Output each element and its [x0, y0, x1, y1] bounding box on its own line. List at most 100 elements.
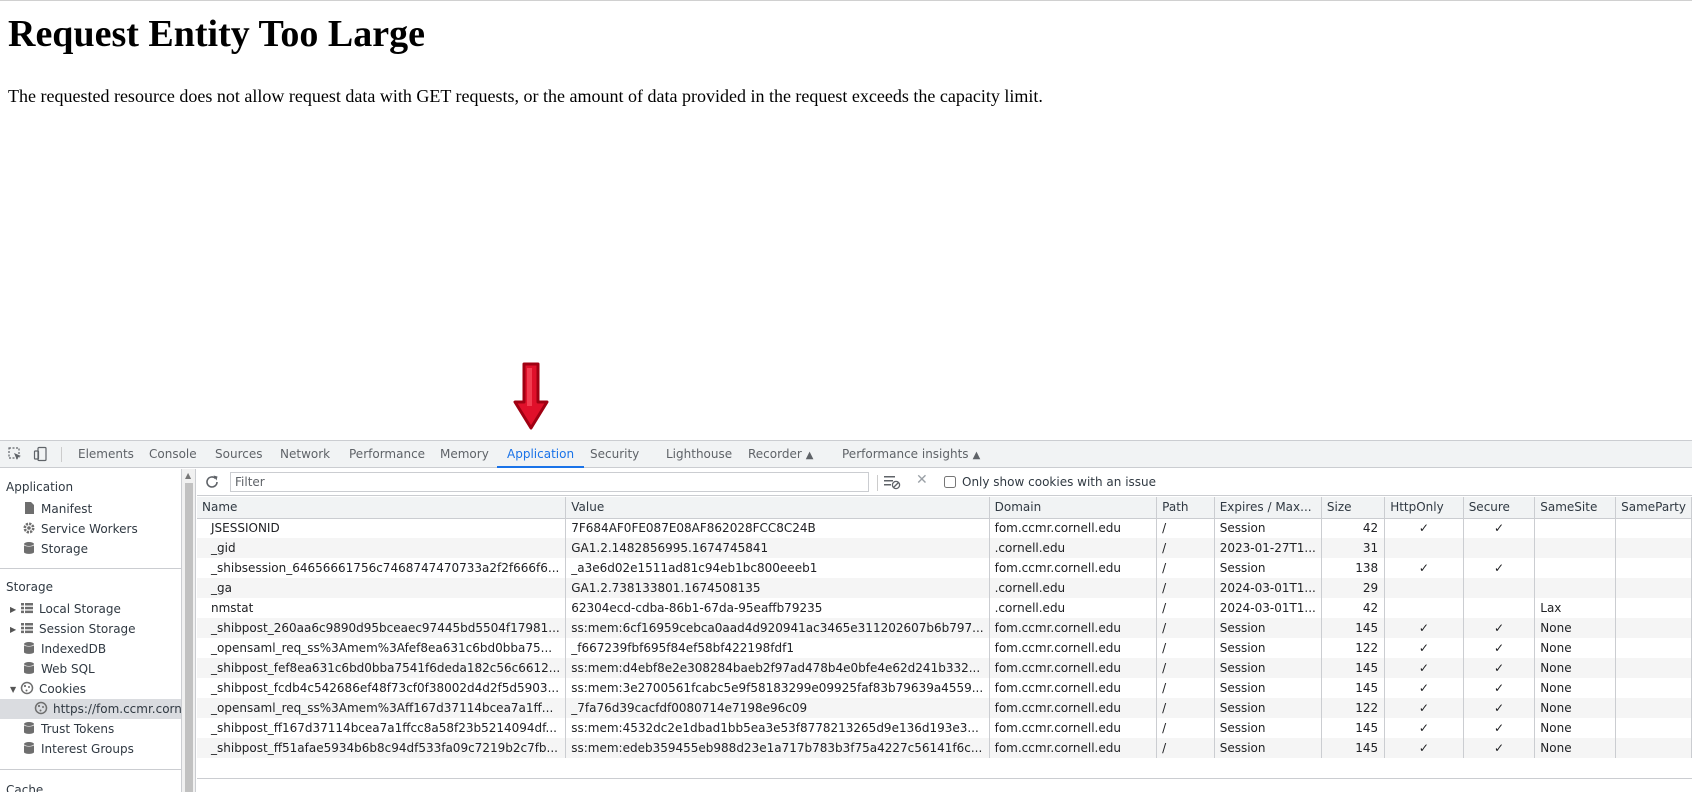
table-row[interactable]: _shibpost_fef8ea631c6bd0bba7541f6deda182…: [197, 658, 1692, 678]
column-header-sameparty[interactable]: SameParty: [1615, 497, 1692, 519]
tab-memory[interactable]: Memory: [440, 441, 489, 468]
cell-value: ss:mem:3e2700561fcabc5e9f58183299e09925f…: [565, 678, 990, 698]
cell-value: 7F684AF0FE087E08AF862028FCC8C24B: [565, 518, 990, 538]
expand-triangle-icon[interactable]: ▶: [10, 600, 20, 620]
toolbar-separator: [877, 475, 878, 491]
device-toolbar-icon[interactable]: [33, 446, 49, 462]
column-header-path[interactable]: Path: [1156, 497, 1215, 519]
cell-value: _f667239fbf695f84ef58bf422198fdf1: [565, 638, 990, 658]
cell-path: /: [1156, 518, 1215, 538]
cell-domain: fom.ccmr.cornell.edu: [989, 558, 1158, 578]
sidebar-item-label: https://fom.ccmr.cornell.edu: [53, 702, 182, 716]
sidebar-item-session-storage[interactable]: ▶ Session Storage: [10, 619, 136, 639]
sidebar-item-manifest[interactable]: Manifest: [22, 499, 92, 519]
cell-samesite: None: [1534, 638, 1617, 658]
expand-triangle-icon[interactable]: ▶: [10, 620, 20, 640]
table-row[interactable]: _shibpost_ff51afae5934b6b8c94df533fa09c7…: [197, 738, 1692, 758]
cell-httponly: ✓: [1384, 518, 1464, 538]
table-row[interactable]: _shibpost_260aa6c9890d95bceaec97445bd550…: [197, 618, 1692, 638]
database-icon: [24, 542, 34, 554]
collapse-triangle-icon[interactable]: ▼: [10, 680, 20, 700]
sidebar-item-web-sql[interactable]: Web SQL: [22, 659, 95, 679]
clear-filtered-cookies-icon[interactable]: [883, 473, 901, 491]
table-row[interactable]: nmstat 62304ecd-cdba-86b1-67da-95eaffb792…: [197, 598, 1692, 618]
cell-name: _ga: [197, 578, 567, 598]
cell-domain: fom.ccmr.cornell.edu: [989, 678, 1158, 698]
sidebar-item-label: Storage: [41, 542, 88, 556]
tab-recorder-label: Recorder: [748, 447, 802, 461]
tab-network[interactable]: Network: [280, 441, 330, 468]
sidebar-item-service-workers[interactable]: Service Workers: [22, 519, 138, 539]
tab-console[interactable]: Console: [149, 441, 197, 468]
only-issues-checkbox[interactable]: [944, 476, 956, 488]
sidebar-item-storage[interactable]: Storage: [22, 539, 88, 559]
sidebar-item-local-storage[interactable]: ▶ Local Storage: [10, 599, 121, 619]
sidebar-item-label: Trust Tokens: [41, 722, 115, 736]
tab-performance[interactable]: Performance: [349, 441, 425, 468]
tab-performance-insights[interactable]: Performance insights ▲: [842, 441, 980, 468]
cell-httponly: [1384, 538, 1464, 558]
sidebar-section-application: Application: [6, 480, 74, 494]
column-header-domain[interactable]: Domain: [989, 497, 1158, 519]
devtools-tabbar: Elements Console Sources Network Perform…: [0, 441, 1692, 468]
sidebar-item-label: Cookies: [39, 682, 86, 696]
column-header-httponly[interactable]: HttpOnly: [1384, 497, 1464, 519]
column-header-name[interactable]: Name: [197, 497, 567, 519]
cell-domain: .cornell.edu: [989, 538, 1158, 558]
sidebar-item-indexeddb[interactable]: IndexedDB: [22, 639, 106, 659]
cell-value: GA1.2.738133801.1674508135: [565, 578, 990, 598]
cell-sameparty: [1615, 638, 1692, 658]
column-header-expires[interactable]: Expires / Max...: [1214, 497, 1322, 519]
cell-value: 62304ecd-cdba-86b1-67da-95eaffb79235: [565, 598, 990, 618]
filter-input[interactable]: [230, 472, 869, 492]
scroll-up-icon[interactable]: ▲: [185, 472, 191, 480]
cell-domain: fom.ccmr.cornell.edu: [989, 718, 1158, 738]
sidebar-item-trust-tokens[interactable]: Trust Tokens: [22, 719, 114, 739]
sidebar-item-cookies[interactable]: ▼ Cookies: [10, 679, 86, 699]
cell-samesite: [1534, 558, 1617, 578]
tab-lighthouse[interactable]: Lighthouse: [666, 441, 732, 468]
sidebar-scrollbar[interactable]: ▲: [182, 469, 196, 792]
clear-all-cookies-icon[interactable]: ✕: [916, 472, 928, 488]
cell-httponly: ✓: [1384, 558, 1464, 578]
only-issues-label: Only show cookies with an issue: [962, 475, 1157, 489]
cell-samesite: None: [1534, 658, 1617, 678]
table-row[interactable]: _shibpost_fcdb4c542686ef48f73cf0f38002d4…: [197, 678, 1692, 698]
sidebar-item-cookie-origin[interactable]: https://fom.ccmr.cornell.edu: [0, 699, 182, 719]
tab-elements[interactable]: Elements: [78, 441, 134, 468]
cell-expires: Session: [1214, 618, 1322, 638]
cell-sameparty: [1615, 578, 1692, 598]
column-header-secure[interactable]: Secure: [1463, 497, 1536, 519]
table-row[interactable]: JSESSIONID 7F684AF0FE087E08AF862028FCC8C2…: [197, 518, 1692, 538]
column-header-size[interactable]: Size: [1321, 497, 1386, 519]
cell-expires: 2024-03-01T1...: [1214, 598, 1322, 618]
table-row[interactable]: _opensaml_req_ss%3Amem%3Afef8ea631c6bd0b…: [197, 638, 1692, 658]
database-icon: [24, 742, 34, 754]
tab-application[interactable]: Application: [496, 441, 585, 468]
column-header-value[interactable]: Value: [565, 497, 990, 519]
sidebar-item-interest-groups[interactable]: Interest Groups: [22, 739, 134, 759]
table-row[interactable]: _shibpost_ff167d37114bcea7a1ffcc8a58f23b…: [197, 718, 1692, 738]
cell-httponly: ✓: [1384, 718, 1464, 738]
refresh-icon[interactable]: [204, 474, 220, 490]
tab-sources[interactable]: Sources: [215, 441, 262, 468]
inspect-element-icon[interactable]: [7, 446, 23, 462]
database-icon: [24, 642, 34, 654]
experimental-flask-icon: ▲: [972, 450, 981, 461]
cell-value: GA1.2.1482856995.1674745841: [565, 538, 990, 558]
sidebar-item-label: Web SQL: [41, 662, 95, 676]
cell-secure: ✓: [1463, 658, 1536, 678]
cell-path: /: [1156, 558, 1215, 578]
scrollbar-thumb[interactable]: [185, 483, 193, 792]
cell-httponly: ✓: [1384, 618, 1464, 638]
cell-value: ss:mem:6cf16959cebca0aad4d920941ac3465e3…: [565, 618, 990, 638]
table-row[interactable]: _shibsession_64656661756c7468747470733a2…: [197, 558, 1692, 578]
cell-name: nmstat: [197, 598, 567, 618]
tab-security[interactable]: Security: [590, 441, 639, 468]
tab-recorder[interactable]: Recorder ▲: [748, 441, 813, 468]
table-row[interactable]: _gid GA1.2.1482856995.1674745841 .cornell.…: [197, 538, 1692, 558]
table-row[interactable]: _ga GA1.2.738133801.1674508135 .cornell.ed…: [197, 578, 1692, 598]
cell-sameparty: [1615, 518, 1692, 538]
column-header-samesite[interactable]: SameSite: [1534, 497, 1617, 519]
table-row[interactable]: _opensaml_req_ss%3Amem%3Aff167d37114bcea…: [197, 698, 1692, 718]
